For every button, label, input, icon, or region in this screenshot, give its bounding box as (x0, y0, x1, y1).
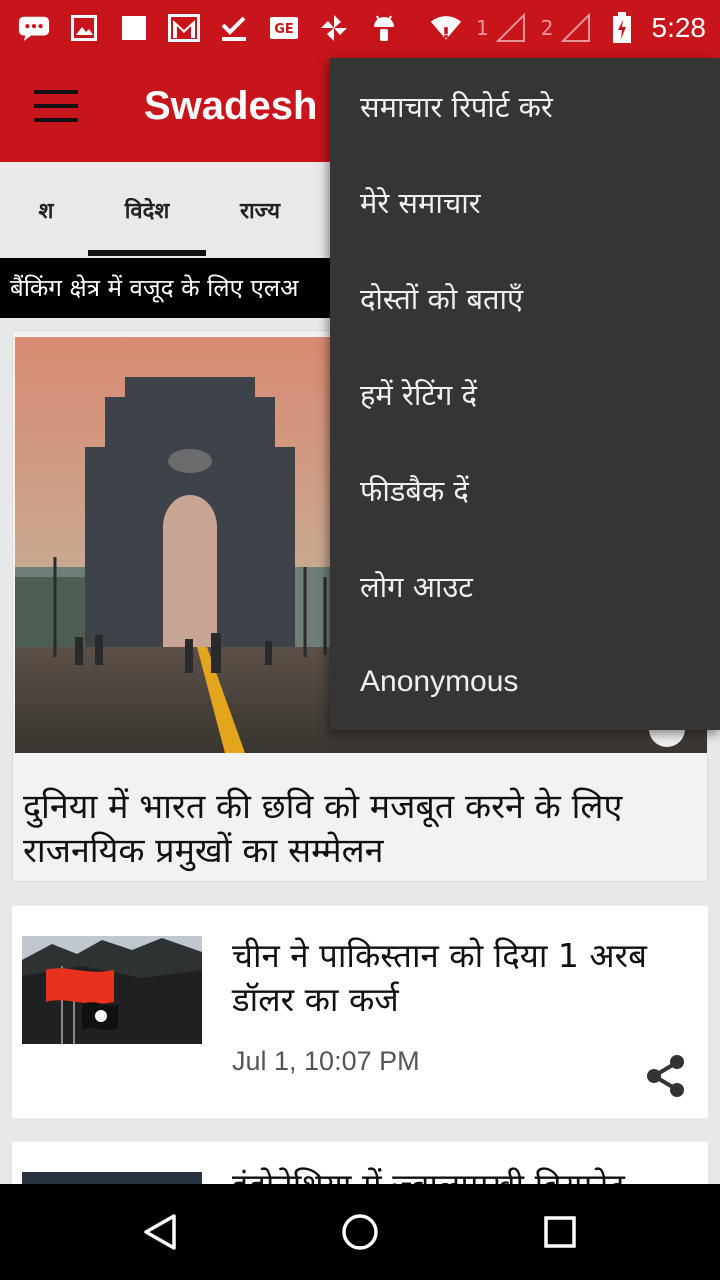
clock: 5:28 (651, 12, 707, 43)
notification-icons: GE (18, 10, 400, 46)
menu-item-rate-us[interactable]: हमें रेटिंग दें (330, 346, 720, 442)
signal-icon (495, 12, 527, 44)
status-bar: GE 1 2 5:28 (0, 0, 720, 56)
overflow-menu: समाचार रिपोर्ट करे मेरे समाचार दोस्तों क… (330, 58, 720, 730)
menu-item-logout[interactable]: लोग आउट (330, 538, 720, 634)
menu-item-tell-friends[interactable]: दोस्तों को बताएँ (330, 250, 720, 346)
menu-item-my-news[interactable]: मेरे समाचार (330, 154, 720, 250)
image-icon (68, 12, 100, 44)
check-icon (218, 12, 250, 44)
app-title: Swadesh (144, 84, 318, 128)
pinwheel-icon (318, 12, 350, 44)
news-thumbnail (22, 936, 202, 1044)
back-icon[interactable] (136, 1208, 184, 1256)
chat-icon (18, 12, 50, 44)
navigation-bar (0, 1184, 720, 1280)
gmail-icon (168, 12, 200, 44)
signal-icon (560, 12, 592, 44)
menu-item-report-news[interactable]: समाचार रिपोर्ट करे (330, 58, 720, 154)
android-icon (368, 12, 400, 44)
square-icon (118, 12, 150, 44)
recents-icon[interactable] (536, 1208, 584, 1256)
home-icon[interactable] (336, 1208, 384, 1256)
sim1-label: 1 (476, 16, 489, 40)
menu-item-anonymous[interactable]: Anonymous (330, 634, 720, 730)
news-timestamp: Jul 1, 10:07 PM (232, 1046, 420, 1076)
svg-text:GE: GE (274, 22, 294, 37)
menu-item-feedback[interactable]: फीडबैक दें (330, 442, 720, 538)
tab-rajya[interactable]: राज्य (210, 162, 310, 258)
wifi-icon (430, 12, 462, 44)
tab-videsh[interactable]: विदेश (88, 162, 206, 258)
news-headline[interactable]: चीन ने पाकिस्तान को दिया 1 अरब डॉलर का क… (232, 934, 682, 1022)
sim2-label: 2 (540, 16, 554, 40)
ge-icon: GE (268, 12, 300, 44)
news-list-item[interactable]: चीन ने पाकिस्तान को दिया 1 अरब डॉलर का क… (12, 906, 708, 1118)
menu-icon[interactable] (34, 90, 78, 122)
featured-headline[interactable]: दुनिया में भारत की छवि को मजबूत करने के … (23, 785, 699, 873)
tab-partial[interactable]: श (0, 162, 92, 258)
tab-indicator (88, 250, 206, 256)
share-icon[interactable] (642, 1052, 690, 1100)
battery-icon (606, 12, 638, 44)
system-status: 1 2 5:28 (430, 8, 706, 48)
